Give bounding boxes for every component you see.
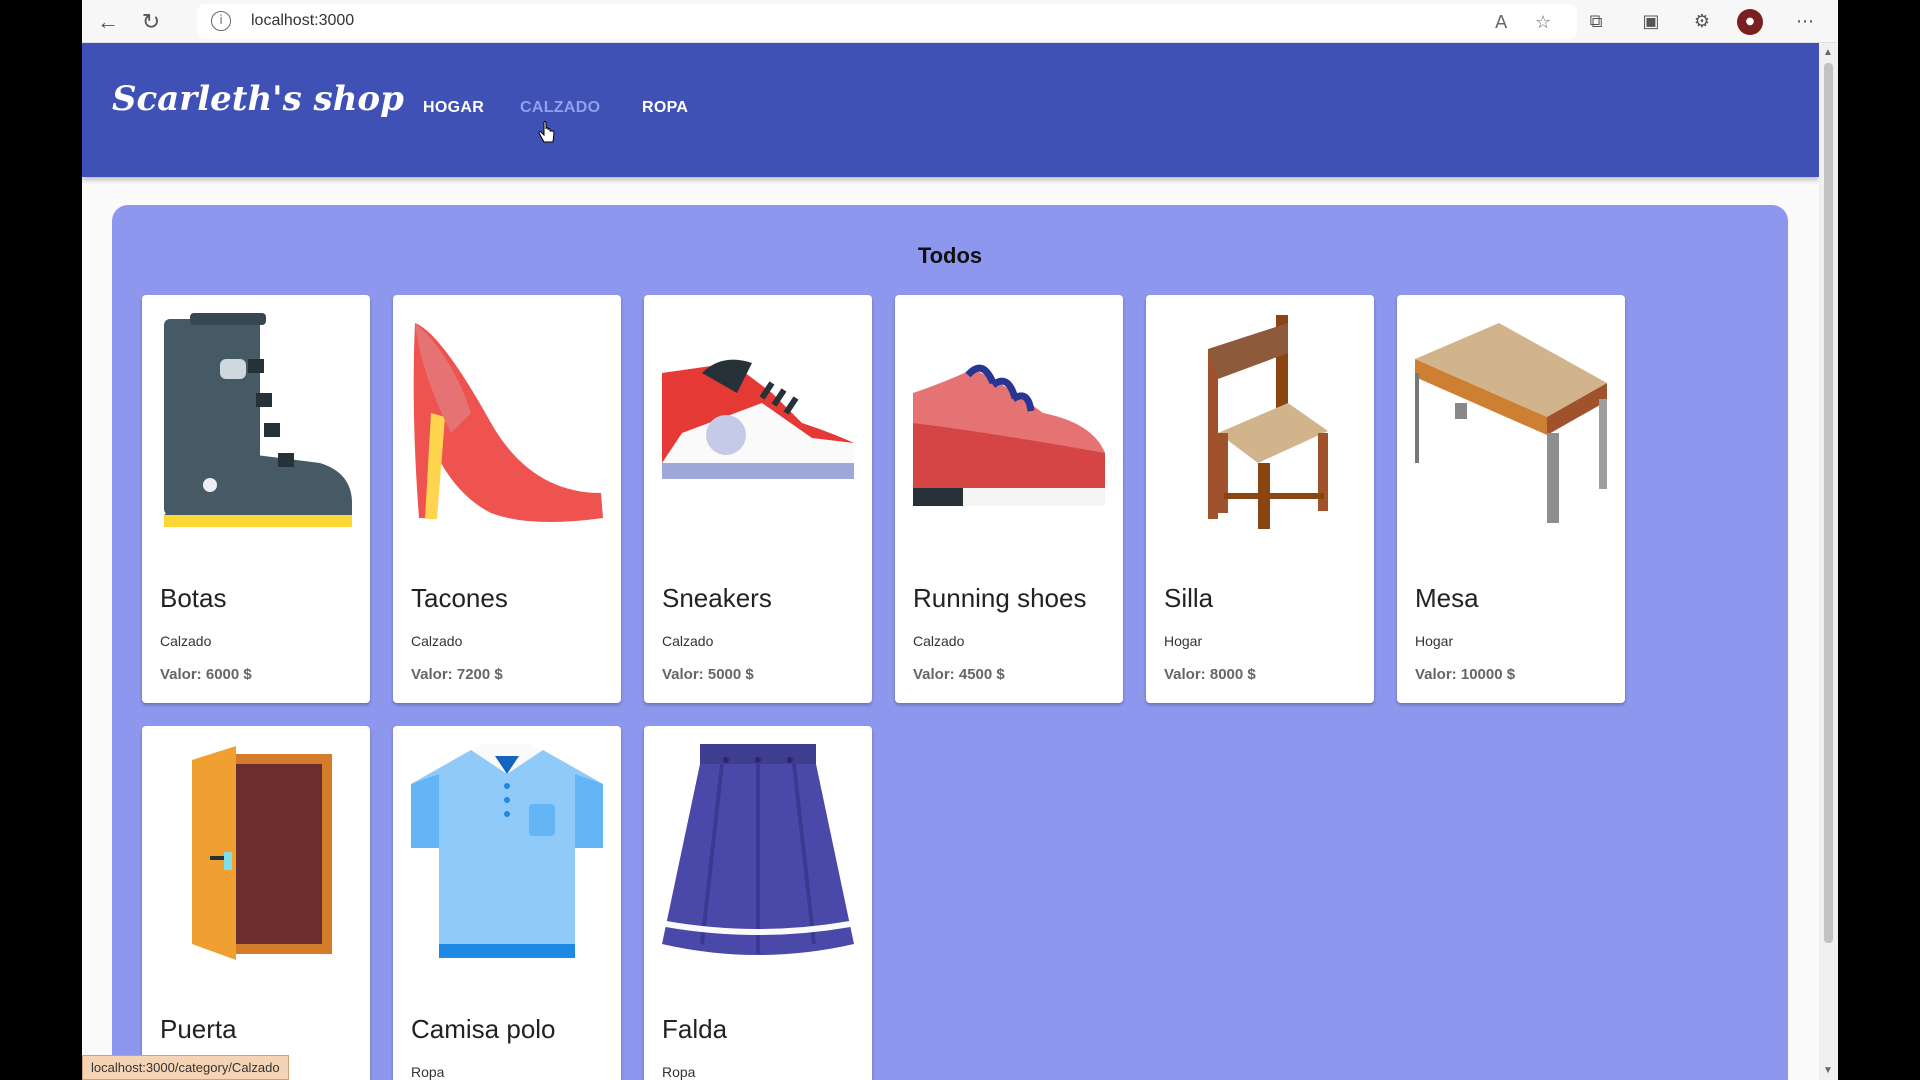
more-options-icon[interactable]: ⋯ — [1792, 9, 1818, 35]
products-panel: Todos Botas Calzado Valor: 6000 $ Tacone… — [112, 205, 1788, 1080]
menu-item-hogar[interactable]: HOGAR — [423, 99, 484, 117]
product-card[interactable]: Sneakers Calzado Valor: 5000 $ — [644, 295, 872, 703]
product-card[interactable]: Silla Hogar Valor: 8000 $ — [1146, 295, 1374, 703]
extensions-icon[interactable]: ⚙ — [1689, 9, 1715, 35]
product-category: Hogar — [1415, 633, 1454, 649]
product-category: Ropa — [662, 1064, 696, 1080]
chair-icon — [1208, 315, 1328, 529]
product-category: Ropa — [411, 1064, 445, 1080]
product-card[interactable]: Camisa polo Ropa — [393, 726, 621, 1080]
scroll-down-icon[interactable]: ▼ — [1823, 1065, 1833, 1076]
product-card[interactable]: Falda Ropa — [644, 726, 872, 1080]
product-card[interactable]: Mesa Hogar Valor: 10000 $ — [1397, 295, 1625, 703]
door-icon — [192, 746, 332, 960]
address-text: localhost:3000 — [251, 12, 355, 29]
product-category: Calzado — [411, 633, 463, 649]
sneaker-icon — [662, 359, 854, 479]
menu-item-calzado[interactable]: CALZADO — [520, 99, 600, 117]
product-name: Tacones — [411, 583, 508, 613]
table-icon — [1415, 323, 1607, 523]
section-title: Todos — [917, 243, 983, 268]
brand-logo[interactable]: Scarleth's shop — [112, 79, 404, 119]
profile-avatar[interactable]: ● — [1737, 9, 1763, 35]
product-card[interactable]: Botas Calzado Valor: 6000 $ — [142, 295, 370, 703]
product-category: Calzado — [160, 633, 212, 649]
scroll-up-icon[interactable]: ▲ — [1823, 47, 1833, 58]
collections-icon[interactable]: ▣ — [1638, 9, 1664, 35]
skirt-icon — [662, 744, 854, 955]
product-price: Valor: 4500 $ — [913, 666, 1005, 683]
back-arrow-icon[interactable]: ← — [95, 9, 121, 35]
menu-item-ropa[interactable]: ROPA — [642, 99, 688, 117]
web-page: Scarleth's shop HOGAR CALZADO ROPA Todos — [82, 43, 1819, 1080]
hand-cursor-icon — [538, 121, 555, 143]
browser-toolbar: ← ↻ i localhost:3000 A ☆ ⧉ ▣ ⚙ ● ⋯ — [82, 0, 1838, 43]
product-category: Hogar — [1164, 633, 1203, 649]
product-price: Valor: 7200 $ — [411, 666, 503, 683]
translate-icon[interactable]: ⧉ — [1583, 9, 1609, 35]
product-price: Valor: 10000 $ — [1415, 666, 1516, 683]
reload-icon[interactable]: ↻ — [138, 9, 164, 35]
high-heel-icon — [413, 323, 603, 522]
product-name: Silla — [1164, 583, 1214, 613]
browser-window: ← ↻ i localhost:3000 A ☆ ⧉ ▣ ⚙ ● ⋯ Scarl… — [82, 0, 1838, 1080]
product-price: Valor: 5000 $ — [662, 666, 754, 683]
info-icon[interactable]: i — [211, 11, 231, 31]
boot-icon — [164, 313, 352, 527]
product-name: Puerta — [160, 1014, 237, 1044]
favorite-star-icon[interactable]: ☆ — [1535, 12, 1551, 33]
product-name: Mesa — [1415, 583, 1479, 613]
product-card[interactable]: Puerta — [142, 726, 370, 1080]
read-aloud-icon[interactable]: A — [1495, 12, 1507, 33]
product-name: Sneakers — [662, 583, 772, 613]
running-shoe-icon — [913, 364, 1105, 506]
page-scrollbar[interactable]: ▲ ▼ — [1819, 43, 1838, 1080]
product-price: Valor: 6000 $ — [160, 666, 252, 683]
product-name: Falda — [662, 1014, 728, 1044]
app-header: Scarleth's shop HOGAR CALZADO ROPA — [82, 43, 1819, 177]
product-price: Valor: 8000 $ — [1164, 666, 1256, 683]
product-name: Camisa polo — [411, 1014, 556, 1044]
address-bar[interactable]: i localhost:3000 A ☆ — [197, 4, 1577, 39]
product-name: Botas — [160, 583, 227, 613]
product-category: Calzado — [662, 633, 714, 649]
status-url-tooltip: localhost:3000/category/Calzado — [82, 1055, 289, 1080]
product-card[interactable]: Running shoes Calzado Valor: 4500 $ — [895, 295, 1123, 703]
scroll-thumb[interactable] — [1824, 63, 1833, 943]
product-card[interactable]: Tacones Calzado Valor: 7200 $ — [393, 295, 621, 703]
product-name: Running shoes — [913, 583, 1087, 613]
product-category: Calzado — [913, 633, 965, 649]
polo-shirt-icon — [411, 744, 603, 958]
